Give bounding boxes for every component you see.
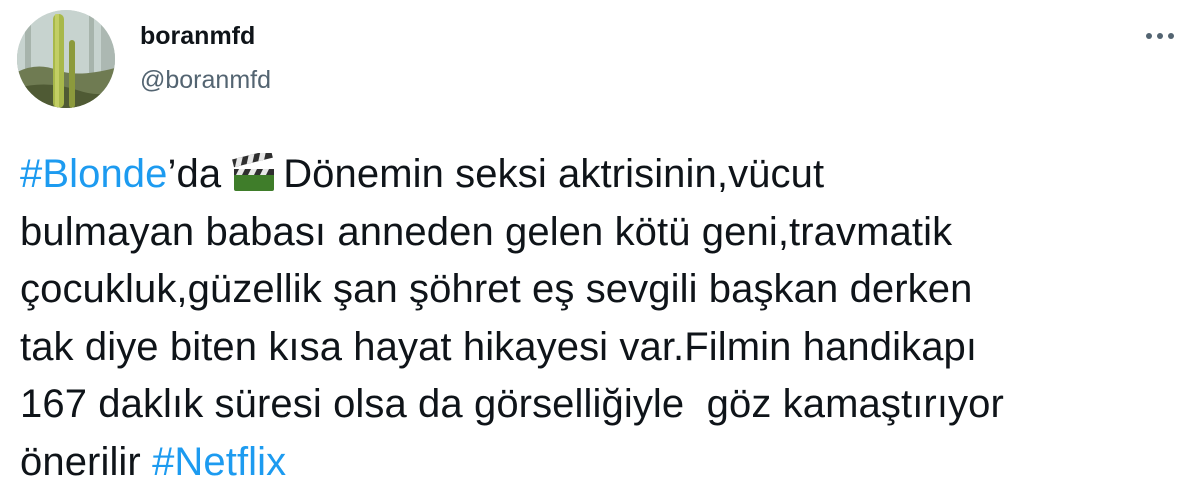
user-display-name[interactable]: boranmfd [140,22,255,51]
hashtag-blonde-link[interactable]: #Blonde [20,152,168,196]
user-avatar[interactable] [17,10,115,108]
hashtag-netflix-link[interactable]: #Netflix [152,440,286,484]
tweet-line-2: bulmayan babası anneden gelen kötü geni,… [20,209,953,254]
clapper-board-icon [231,149,277,210]
tweet-line-3: çocukluk,güzellik şan şöhret eş sevgili … [20,267,973,311]
tweet-line-5: 167 daklık süresi olsa da görselliğiyle … [20,382,1004,426]
tweet-text-suffix: ’da [167,152,222,196]
tweet-line-4: tak diye biten kısa hayat hikayesi var.F… [20,324,978,369]
tweet-card: boranmfd @boranmfd #Blonde’da Dönemin se… [0,0,1200,501]
more-options-icon [1146,33,1174,39]
more-options-button[interactable] [1136,22,1184,50]
profile-avatar [17,10,115,108]
user-handle[interactable]: @boranmfd [140,66,271,95]
tweet-line-6-text: önerilir [20,439,141,484]
tweet-line-1-text: Dönemin seksi aktrisinin,vücut [283,152,825,196]
tweet-line-1: #Blonde’da Dönemin seksi aktrisinin,vücu… [20,146,1185,204]
tweet-line-6: önerilir #Netflix [20,434,1185,492]
tweet-text: #Blonde’da Dönemin seksi aktrisinin,vücu… [20,146,1185,491]
